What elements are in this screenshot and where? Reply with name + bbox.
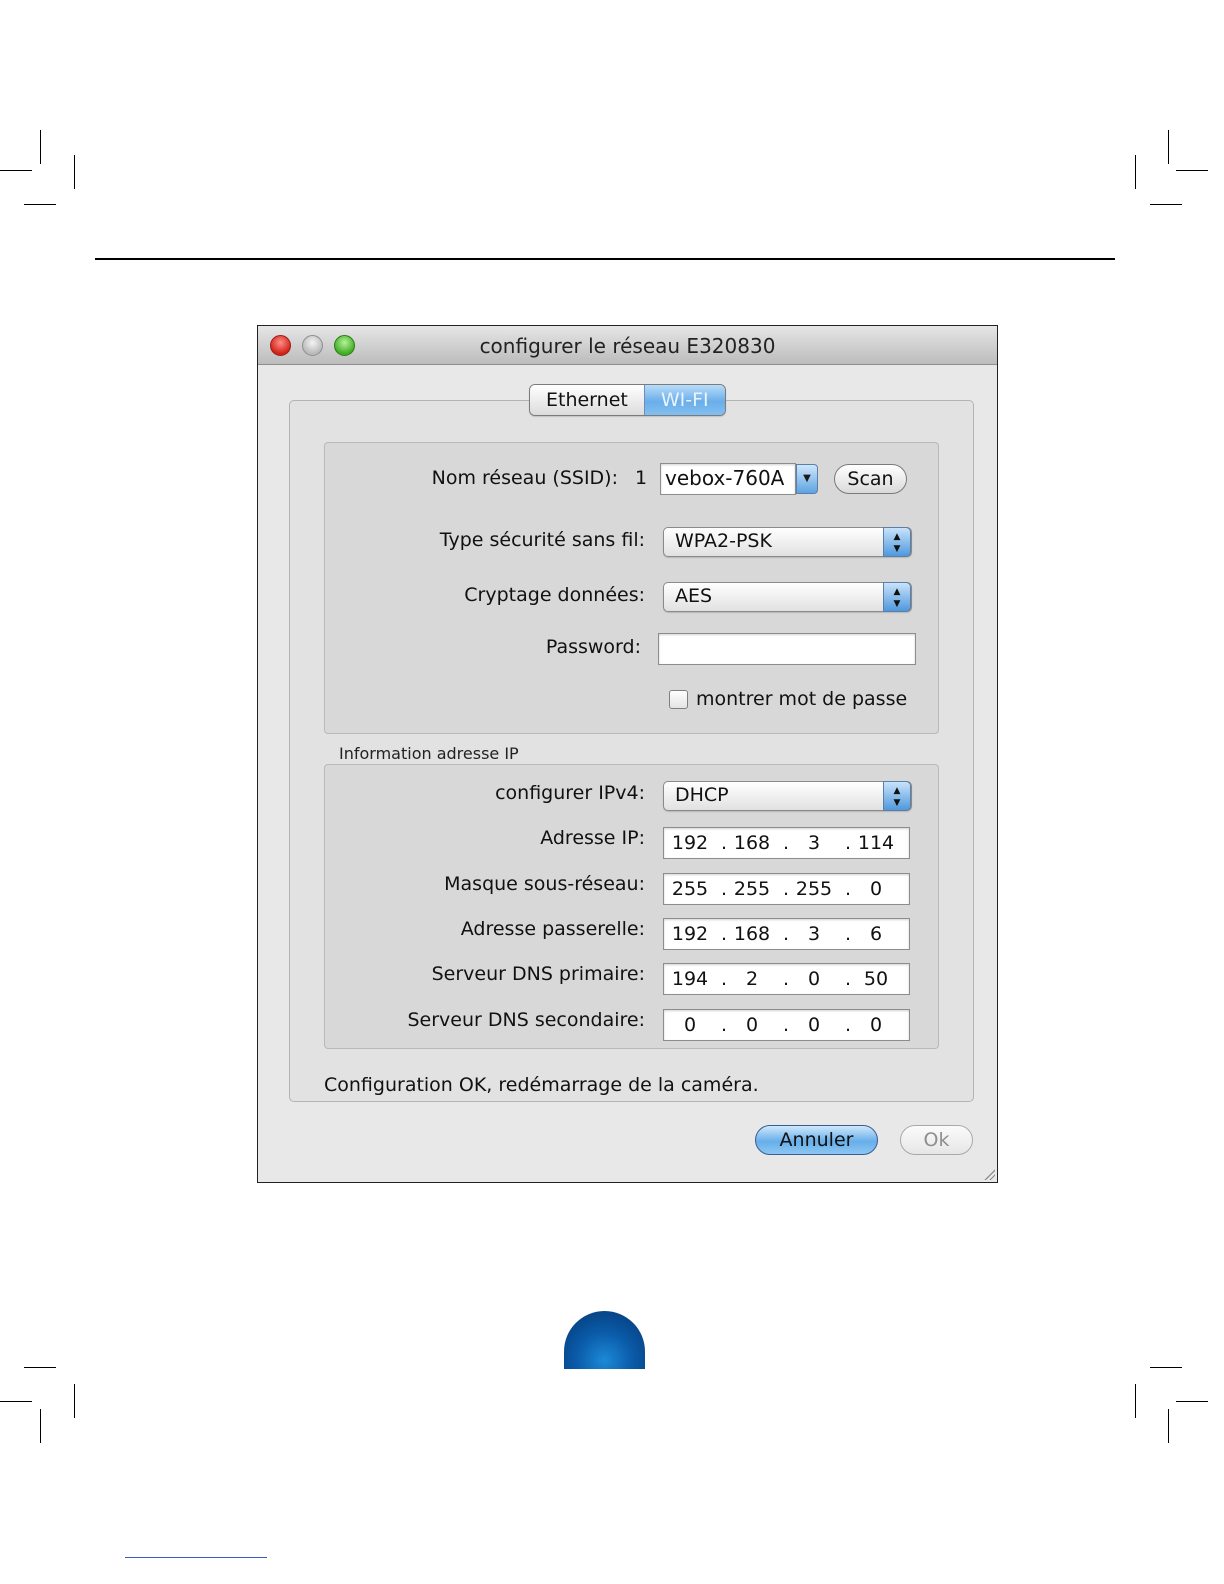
crop-mark [1168, 1409, 1169, 1443]
crop-mark [74, 155, 75, 189]
crop-mark [1176, 170, 1208, 171]
crop-mark [1135, 155, 1136, 189]
ip-octet[interactable]: 255 [732, 878, 772, 900]
crop-mark [24, 204, 56, 205]
page-logo-dome [564, 1311, 645, 1369]
security-type-value: WPA2-PSK [675, 530, 772, 552]
crop-mark [1150, 204, 1182, 205]
encryption-select[interactable]: AES ▲ ▼ [663, 582, 912, 612]
crop-mark [24, 1367, 56, 1368]
ip-octet[interactable]: 255 [670, 878, 710, 900]
updown-arrows-icon: ▲ ▼ [883, 582, 911, 612]
page-header-rule [95, 258, 1115, 260]
crop-mark [0, 170, 32, 171]
crop-mark [1135, 1384, 1136, 1418]
password-label: Password: [545, 636, 641, 658]
title-bar[interactable]: configurer le réseau E320830 [258, 326, 997, 365]
show-password-label[interactable]: montrer mot de passe [696, 688, 907, 710]
footer-rule [125, 1557, 267, 1558]
ip-separator: . [721, 923, 728, 945]
crop-mark [1176, 1401, 1208, 1402]
security-type-select[interactable]: WPA2-PSK ▲ ▼ [663, 527, 912, 557]
subnet-mask-field[interactable]: 255 . 255 . 255 . 0 [663, 873, 910, 905]
ip-separator: . [721, 832, 728, 854]
secondary-dns-field[interactable]: 0 . 0 . 0 . 0 [663, 1009, 910, 1041]
crop-mark [1150, 1367, 1182, 1368]
ip-octet[interactable]: 0 [794, 1014, 834, 1036]
resize-grip[interactable] [983, 1168, 995, 1180]
ip-octet[interactable]: 0 [856, 878, 896, 900]
status-message: Configuration OK, redémarrage de la camé… [324, 1074, 759, 1096]
ip-octet[interactable]: 3 [794, 923, 834, 945]
ip-separator: . [783, 832, 790, 854]
ip-address-label: Adresse IP: [540, 827, 645, 849]
ip-octet[interactable]: 168 [732, 832, 772, 854]
tab-ethernet[interactable]: Ethernet [530, 385, 644, 415]
ssid-combobox-input[interactable]: vebox-760A [660, 463, 796, 495]
encryption-value: AES [675, 585, 713, 607]
crop-mark [1168, 130, 1169, 164]
gateway-field[interactable]: 192 . 168 . 3 . 6 [663, 918, 910, 950]
scan-button[interactable]: Scan [834, 464, 907, 494]
ip-separator: . [845, 832, 852, 854]
ip-octet[interactable]: 50 [856, 968, 896, 990]
crop-mark [40, 1409, 41, 1443]
ip-address-field[interactable]: 192 . 168 . 3 . 114 [663, 827, 910, 859]
network-config-window: configurer le réseau E320830 Ethernet WI… [257, 325, 998, 1183]
primary-dns-label: Serveur DNS primaire: [431, 963, 645, 985]
ip-octet[interactable]: 114 [856, 832, 896, 854]
window-title: configurer le réseau E320830 [479, 334, 776, 358]
ok-button[interactable]: Ok [900, 1125, 973, 1155]
ip-octet[interactable]: 194 [670, 968, 710, 990]
ipv4-config-value: DHCP [675, 784, 729, 806]
show-password-checkbox[interactable] [669, 690, 688, 709]
ipv4-config-label: configurer IPv4: [495, 782, 645, 804]
crop-mark [74, 1384, 75, 1418]
ip-octet[interactable]: 168 [732, 923, 772, 945]
security-type-label: Type sécurité sans fil: [439, 529, 645, 551]
ip-octet[interactable]: 0 [670, 1014, 710, 1036]
updown-arrows-icon: ▲ ▼ [883, 781, 911, 811]
ip-separator: . [845, 923, 852, 945]
ssid-label: Nom réseau (SSID): [431, 467, 618, 489]
ip-octet[interactable]: 0 [732, 1014, 772, 1036]
ip-octet[interactable]: 6 [856, 923, 896, 945]
ip-octet[interactable]: 2 [732, 968, 772, 990]
ip-separator: . [721, 1014, 728, 1036]
ipv4-config-select[interactable]: DHCP ▲ ▼ [663, 781, 912, 811]
password-input[interactable] [658, 633, 916, 665]
gateway-label: Adresse passerelle: [460, 918, 645, 940]
updown-arrows-icon: ▲ ▼ [883, 527, 911, 557]
ip-octet[interactable]: 192 [670, 832, 710, 854]
ip-separator: . [845, 1014, 852, 1036]
ip-octet[interactable]: 0 [856, 1014, 896, 1036]
tab-wifi[interactable]: WI-FI [643, 385, 725, 415]
cancel-button[interactable]: Annuler [755, 1125, 878, 1155]
ip-separator: . [845, 968, 852, 990]
ip-separator: . [783, 1014, 790, 1036]
ip-octet[interactable]: 3 [794, 832, 834, 854]
chevron-down-icon: ▼ [803, 473, 811, 484]
ip-separator: . [783, 923, 790, 945]
secondary-dns-label: Serveur DNS secondaire: [407, 1009, 646, 1031]
ssid-index: 1 [635, 467, 648, 489]
crop-mark [40, 130, 41, 164]
ip-separator: . [721, 878, 728, 900]
encryption-label: Cryptage données: [464, 584, 645, 606]
primary-dns-field[interactable]: 194 . 2 . 0 . 50 [663, 963, 910, 995]
ip-section-title: Information adresse IP [339, 744, 519, 763]
ip-separator: . [783, 878, 790, 900]
ip-separator: . [783, 968, 790, 990]
ip-separator: . [845, 878, 852, 900]
subnet-mask-label: Masque sous-réseau: [444, 873, 645, 895]
tab-bar: Ethernet WI-FI [529, 384, 726, 416]
ssid-dropdown-button[interactable]: ▼ [796, 464, 818, 494]
ip-separator: . [721, 968, 728, 990]
crop-mark [0, 1401, 32, 1402]
ip-octet[interactable]: 192 [670, 923, 710, 945]
ip-octet[interactable]: 255 [794, 878, 834, 900]
ip-octet[interactable]: 0 [794, 968, 834, 990]
